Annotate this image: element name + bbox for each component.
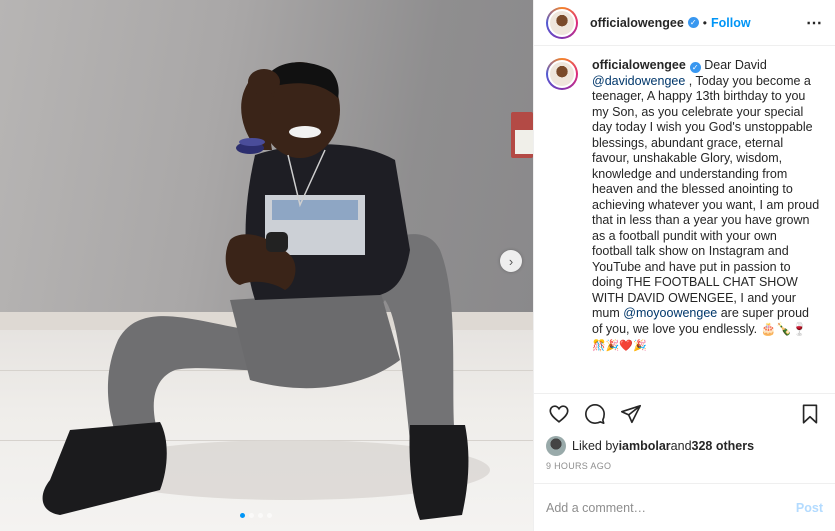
action-bar [534,393,835,433]
watch [266,232,288,252]
like-button[interactable] [546,401,572,427]
carousel-dot[interactable] [267,513,272,518]
boy-figure [42,62,490,520]
caption-username[interactable]: officialowengee [592,58,686,72]
comment-icon [585,403,605,424]
comment-button[interactable] [582,401,608,427]
liker-avatar[interactable] [546,436,566,456]
carousel-next-button[interactable]: › [500,250,522,272]
post-header: officialowengee ✓ • Follow ⋯ [534,0,835,46]
verified-badge-icon: ✓ [689,62,701,74]
follow-button[interactable]: Follow [711,16,751,30]
heart-icon [549,404,569,423]
liker-username[interactable]: iambolar [619,439,671,453]
likes-middle: and [670,439,692,453]
verified-badge-icon: ✓ [687,17,699,28]
carousel-dot[interactable] [258,513,263,518]
instagram-post: › officialowengee ✓ • Follow ⋯ officialo… [0,0,835,531]
caption-area: officialowengee ✓ Dear David @davidowenge… [534,46,835,393]
add-comment-bar: Post [534,483,835,531]
comment-input[interactable] [546,500,796,515]
post-timestamp[interactable]: 9 HOURS AGO [534,459,835,483]
chevron-right-icon: › [508,253,514,269]
likes-count[interactable]: 328 others [692,439,755,453]
mention-link[interactable]: @davidowengee [592,74,685,88]
carousel-dot[interactable] [240,513,245,518]
header-separator: • [702,15,707,30]
likes-summary: Liked by iambolar and 328 others [534,433,835,459]
carousel-dots [240,513,272,518]
save-button[interactable] [797,401,823,427]
share-button[interactable] [618,401,644,427]
caption-emoji-row: 🎊🎉❤️🎉 [592,340,647,352]
post-side-panel: officialowengee ✓ • Follow ⋯ officialowe… [533,0,835,531]
profile-avatar[interactable] [546,6,578,39]
carousel-dot[interactable] [249,513,254,518]
likes-prefix: Liked by [572,439,619,453]
header-username[interactable]: officialowengee [590,16,684,30]
post-caption: officialowengee ✓ Dear David @davidowenge… [592,58,820,393]
caption-avatar[interactable] [546,58,578,90]
caption-intro: Dear David [700,58,767,72]
mention-link[interactable]: @moyoowengee [623,306,717,320]
post-photo[interactable]: › [0,0,533,531]
bookmark-icon [802,403,818,424]
post-comment-button[interactable]: Post [796,501,823,515]
more-options-icon[interactable]: ⋯ [806,13,823,33]
paper-plane-icon [621,404,641,423]
caption-body: , Today you become a teenager, A happy 1… [592,73,820,321]
